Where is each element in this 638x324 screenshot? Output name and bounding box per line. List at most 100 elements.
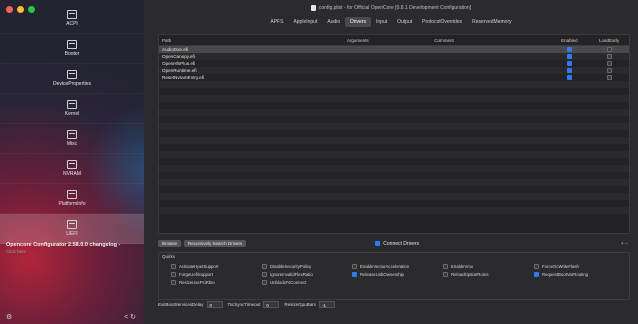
quirk-disablesecuritypolicy[interactable]: DisableSecurityPolicy [262,264,313,269]
connect-drivers-option[interactable]: Connect Drivers [375,241,419,247]
enabled-checkbox[interactable] [566,54,572,59]
enabled-cell [550,75,590,80]
tab-protocoloverrides[interactable]: ProtocolOverrides [417,17,467,27]
loadearly-checkbox[interactable] [606,68,612,73]
quirk-enablevmx[interactable]: EnableVmx [443,264,489,269]
field-input[interactable]: 0 [263,301,280,308]
quirk-unblockfsconnect[interactable]: UnblockFsConnect [262,280,313,285]
loadearly-checkbox[interactable] [606,75,612,80]
driver-path-cell[interactable]: OpenCanopy.efi [159,54,347,59]
field-input[interactable]: -1 [318,301,335,308]
field-label: TscSyncTimeout [227,302,261,307]
quirk-checkbox[interactable] [171,272,176,277]
enabled-cell [550,61,590,66]
quirk-requestbootvarrouting[interactable]: RequestBootVarRouting [534,272,588,277]
sidebar-item-deviceproperties[interactable]: DeviceProperties [0,64,144,94]
quirk-forceocwriteflash[interactable]: ForceOcWriteFlash [534,264,588,269]
quirk-checkbox[interactable] [171,264,176,269]
quirk-checkbox[interactable] [534,264,539,269]
table-row[interactable]: OpenCanopy.efi [159,53,629,60]
quirk-releaseusbownership[interactable]: ReleaseUsbOwnership [352,272,409,277]
sidebar-item-kernel[interactable]: Kernel [0,94,144,124]
browse-button[interactable]: Browse [158,240,182,247]
close-window-button[interactable] [6,6,13,13]
settings-icon[interactable]: ⚙ [6,313,12,321]
quirk-activatehpetsupport[interactable]: ActivateHpetSupport [171,264,218,269]
table-row-empty [159,179,629,186]
window-title: config.plist - for Official OpenCore [0.… [318,5,472,11]
col-comment[interactable]: Comment [434,38,549,43]
changelog-notice[interactable]: Opencore Configurator 2.58.0.0 changelog… [6,242,120,254]
quirk-label: DisableSecurityPolicy [270,264,312,269]
loadearly-checkbox[interactable] [606,54,612,59]
quirk-checkbox[interactable] [534,272,539,277]
quirk-checkbox[interactable] [352,272,357,277]
col-loadearly[interactable]: LoadEarly [589,38,629,43]
quirk-checkbox[interactable] [262,272,267,277]
driver-path-cell[interactable]: ResetNvramEntry.efi [159,75,347,80]
field-input[interactable]: 0 [206,301,223,308]
zoom-window-button[interactable] [28,6,35,13]
recursive-search-button[interactable]: Recursively Search Drivers [184,240,247,247]
sidebar-item-platforminfo[interactable]: PlatformInfo [0,184,144,214]
driver-path-cell[interactable]: OpenHfsPlus.efi [159,61,347,66]
col-path[interactable]: Path [159,38,347,43]
col-enabled[interactable]: Enabled [550,38,590,43]
table-row[interactable]: OpenRuntime.efi [159,67,629,74]
list-icon [67,220,77,229]
quirk-label: IgnoreInvalidFlexRatio [270,272,313,277]
drivers-table: Path Arguments Comment Enabled LoadEarly… [158,34,630,234]
quirk-checkbox[interactable] [443,272,448,277]
tab-audio[interactable]: Audio [322,17,345,27]
enabled-checkbox[interactable] [566,75,572,80]
quirk-label: ReleaseUsbOwnership [360,272,404,277]
quirks-group: Quirks ActivateHpetSupport ForgeUefiSuppo… [158,252,630,300]
quirk-checkbox[interactable] [352,264,357,269]
minimize-window-button[interactable] [17,6,24,13]
quirk-enablevectoracceleration[interactable]: EnableVectorAcceleration [352,264,409,269]
table-row[interactable]: AudioDxe.efi [159,46,629,53]
quirk-label: ForgeUefiSupport [179,272,213,277]
enabled-checkbox[interactable] [566,47,572,52]
list-icon [67,130,77,139]
quirk-checkbox[interactable] [443,264,448,269]
table-row-empty [159,95,629,102]
loadearly-cell [589,61,629,66]
enabled-checkbox[interactable] [566,68,572,73]
col-arguments[interactable]: Arguments [347,38,434,43]
enabled-checkbox[interactable] [566,61,572,66]
quirk-checkbox[interactable] [171,280,176,285]
quirk-checkbox[interactable] [262,280,267,285]
tab-input[interactable]: Input [371,17,392,27]
driver-path-cell[interactable]: AudioDxe.efi [159,47,347,52]
quirk-resizeusepcirbio[interactable]: ResizeUsePciRbIo [171,280,218,285]
loadearly-checkbox[interactable] [606,61,612,66]
quirk-forgeuefisupport[interactable]: ForgeUefiSupport [171,272,218,277]
quirk-label: EnableVectorAcceleration [360,264,410,269]
loadearly-cell [589,47,629,52]
loadearly-cell [589,75,629,80]
tab-drivers[interactable]: Drivers [345,17,371,27]
quirk-checkbox[interactable] [262,264,267,269]
add-remove-buttons[interactable]: + − [621,241,628,247]
tab-output[interactable]: Output [392,17,417,27]
loadearly-checkbox[interactable] [606,47,612,52]
quirks-column: EnableVectorAcceleration ReleaseUsbOwners… [352,264,409,277]
sidebar-item-nvram[interactable]: NVRAM [0,154,144,184]
sidebar-item-booter[interactable]: Booter [0,34,144,64]
connect-drivers-checkbox[interactable] [375,241,381,246]
changelog-link[interactable]: Click here [6,249,120,254]
tab-reservedmemory[interactable]: ReservedMemory [467,17,516,27]
sidebar-item-misc[interactable]: Misc [0,124,144,154]
sidebar-item-uefi[interactable]: UEFI [0,214,144,244]
table-row-empty [159,88,629,95]
table-header: Path Arguments Comment Enabled LoadEarly [159,35,629,46]
table-row[interactable]: OpenHfsPlus.efi [159,60,629,67]
tab-apfs[interactable]: APFS [265,17,288,27]
quirk-ignoreinvalidflexratio[interactable]: IgnoreInvalidFlexRatio [262,272,313,277]
share-refresh-icons[interactable]: < ↻ [124,313,136,321]
tab-appleinput[interactable]: AppleInput [288,17,322,27]
driver-path-cell[interactable]: OpenRuntime.efi [159,68,347,73]
quirk-reloadoptionroms[interactable]: ReloadOptionRoms [443,272,489,277]
table-row[interactable]: ResetNvramEntry.efi [159,74,629,81]
